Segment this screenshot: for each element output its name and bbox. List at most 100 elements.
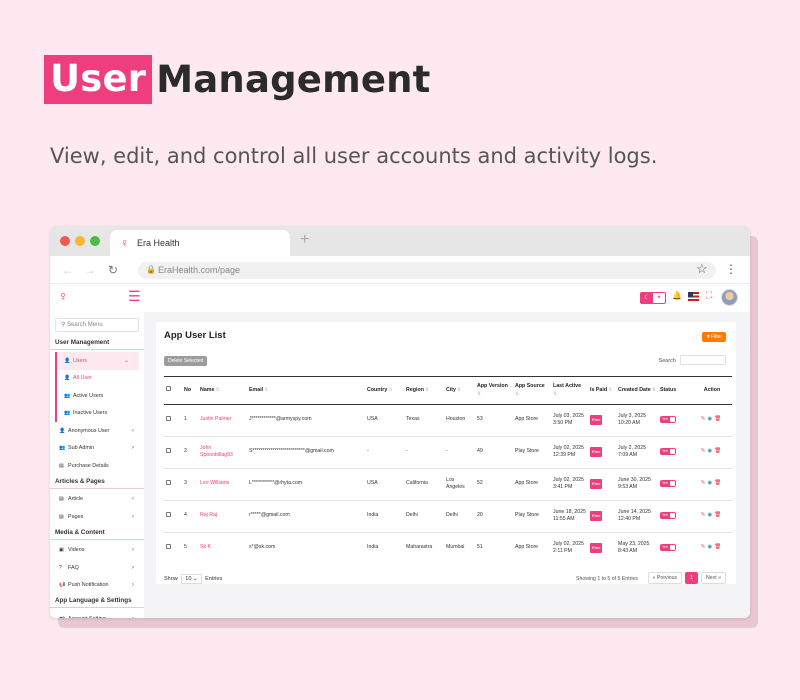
sidebar-item-account-setting[interactable]: 👥Account Setting ›: [50, 610, 144, 618]
sidebar-item-anonymous-user[interactable]: 👤 Anonymous User ›: [50, 422, 144, 440]
fullscreen-icon[interactable]: ⛶: [706, 290, 712, 301]
sidebar-item-push-notification[interactable]: 📢 Push Notification ›: [50, 577, 144, 595]
column-header-last-active[interactable]: Last Active ⇅: [551, 377, 588, 405]
theme-toggle[interactable]: ☾ ☀: [640, 292, 666, 304]
delete-trash-icon[interactable]: 🗑: [714, 448, 721, 454]
column-header-country[interactable]: Country ⇅: [365, 377, 404, 405]
column-header-app-version[interactable]: App Version ⇅: [475, 377, 513, 405]
status-toggle[interactable]: Yes: [660, 416, 676, 424]
edit-icon[interactable]: ✎: [701, 480, 706, 486]
search-icon: ⚲: [61, 322, 66, 328]
paid-badge: Free: [590, 543, 603, 553]
view-eye-icon[interactable]: ◉: [707, 544, 712, 550]
reload-icon[interactable]: ↻: [108, 263, 118, 277]
status-toggle[interactable]: Yes: [660, 512, 676, 520]
previous-page-button[interactable]: « Previous: [647, 572, 683, 584]
browser-menu-icon[interactable]: ⋮: [725, 262, 737, 276]
url-input[interactable]: EraHealth.com/page: [138, 262, 716, 279]
sidebar-item-all-user[interactable]: 👤 All User: [55, 369, 139, 387]
view-eye-icon[interactable]: ◉: [707, 448, 712, 454]
cell-source: App Store: [513, 468, 551, 501]
status-toggle[interactable]: Yes: [660, 480, 676, 488]
delete-trash-icon[interactable]: 🗑: [714, 512, 721, 518]
avatar[interactable]: [721, 289, 738, 306]
delete-selected-button[interactable]: Delete Selected: [164, 356, 208, 366]
sidebar-item-label: Active Users: [73, 392, 104, 399]
cell-no: 4: [182, 500, 198, 533]
sort-icon: ⇅: [650, 387, 656, 393]
minimize-window-dot[interactable]: [75, 236, 85, 246]
forward-arrow-icon[interactable]: →: [84, 263, 96, 277]
close-window-dot[interactable]: [60, 236, 70, 246]
sidebar-item-sub-admin[interactable]: 👥 Sub Admin ›: [50, 440, 144, 458]
filter-button[interactable]: ▼Filter: [701, 332, 726, 342]
row-checkbox[interactable]: [166, 479, 171, 485]
edit-icon[interactable]: ✎: [701, 544, 706, 550]
edit-icon[interactable]: ✎: [701, 512, 706, 518]
sidebar-item-users[interactable]: 👤 Users ⌄: [55, 352, 139, 370]
row-select-cell: [164, 532, 182, 562]
hamburger-menu-icon[interactable]: ☰: [128, 288, 141, 305]
us-flag-icon[interactable]: [688, 292, 699, 301]
sidebar-item-article[interactable]: ▤ Article ›: [50, 491, 144, 509]
cell-text: L***********@rhyta.com: [249, 480, 303, 487]
column-header-email[interactable]: Email ⇅: [247, 377, 365, 405]
sidebar-item-inactive-users[interactable]: 👥 Inactive Users: [55, 404, 139, 422]
cell-status: Yes: [658, 468, 692, 501]
column-header-name[interactable]: Name ⇅: [198, 377, 247, 405]
table-search-input[interactable]: [680, 355, 726, 365]
column-header-label: No: [184, 386, 192, 393]
user-name-link[interactable]: Sk K: [200, 544, 211, 550]
cell-version: 53: [475, 404, 513, 437]
new-tab-icon[interactable]: +: [300, 231, 309, 249]
maximize-window-dot[interactable]: [90, 236, 100, 246]
user-name-link[interactable]: Leo Williams: [200, 480, 229, 486]
next-page-button[interactable]: Next »: [701, 572, 726, 584]
cell-region: Delhi: [404, 500, 444, 533]
user-name-link[interactable]: Raj Raj: [200, 512, 217, 518]
notification-bell-icon[interactable]: 🔔: [672, 291, 682, 300]
edit-icon[interactable]: ✎: [701, 448, 706, 454]
view-eye-icon[interactable]: ◉: [707, 480, 712, 486]
sidebar-item-videos[interactable]: ▣ Videos ›: [50, 542, 144, 560]
row-checkbox[interactable]: [166, 511, 171, 517]
delete-trash-icon[interactable]: 🗑: [714, 416, 721, 422]
chevron-icon: ›: [132, 547, 134, 554]
browser-tab[interactable]: ♀ Era Health: [110, 230, 290, 256]
sort-icon: ⇅: [263, 387, 269, 393]
select-all-checkbox[interactable]: [166, 386, 171, 392]
sidebar-item-label: Account Setting: [68, 616, 106, 618]
delete-trash-icon[interactable]: 🗑: [714, 480, 721, 486]
table-row: 5 Sk K s*@sk.com India Maharastra Mumbai 51 App…: [164, 532, 732, 562]
main-content: App User List ▼Filter Delete Selected Se…: [144, 312, 750, 618]
column-header-label: Created Date: [618, 387, 651, 394]
sidebar-item-faq[interactable]: ? FAQ ›: [50, 559, 144, 577]
sidebar-item-purchase-details[interactable]: ▤ Purchase Details: [50, 457, 144, 475]
sidebar-search-input[interactable]: ⚲ Search Menu: [55, 318, 139, 332]
page-size-select[interactable]: 10 ⌄: [181, 574, 202, 584]
cell-text: June 30, 2025 9:53 AM: [618, 476, 651, 491]
column-header-city[interactable]: City ⇅: [444, 377, 475, 405]
view-eye-icon[interactable]: ◉: [707, 416, 712, 422]
row-checkbox[interactable]: [166, 447, 171, 453]
delete-trash-icon[interactable]: 🗑: [714, 544, 721, 550]
sort-icon: ⇅: [214, 387, 220, 393]
sidebar-item-pages[interactable]: ▤ Pages ›: [50, 508, 144, 526]
row-checkbox[interactable]: [166, 415, 171, 421]
view-eye-icon[interactable]: ◉: [707, 512, 712, 518]
column-header-region[interactable]: Region ⇅: [404, 377, 444, 405]
column-header-app-source[interactable]: App Source ⇅: [513, 377, 551, 405]
bookmark-star-icon[interactable]: ☆: [696, 261, 708, 277]
row-checkbox[interactable]: [166, 543, 171, 549]
sidebar-item-active-users[interactable]: 👥 Active Users: [55, 387, 139, 405]
status-toggle[interactable]: Yes: [660, 544, 676, 552]
edit-icon[interactable]: ✎: [701, 416, 706, 422]
status-toggle[interactable]: Yes: [660, 448, 676, 456]
page-1-button[interactable]: 1: [685, 572, 698, 584]
column-header-is-paid[interactable]: Is Paid ⇅: [588, 377, 616, 405]
user-name-link[interactable]: Justin Palmer: [200, 416, 231, 422]
cell-name: Sk K: [198, 532, 247, 562]
column-header-created-date[interactable]: Created Date ⇅: [616, 377, 658, 405]
user-name-link[interactable]: John Spoonbillag93: [200, 445, 233, 459]
back-arrow-icon[interactable]: ←: [62, 263, 74, 277]
